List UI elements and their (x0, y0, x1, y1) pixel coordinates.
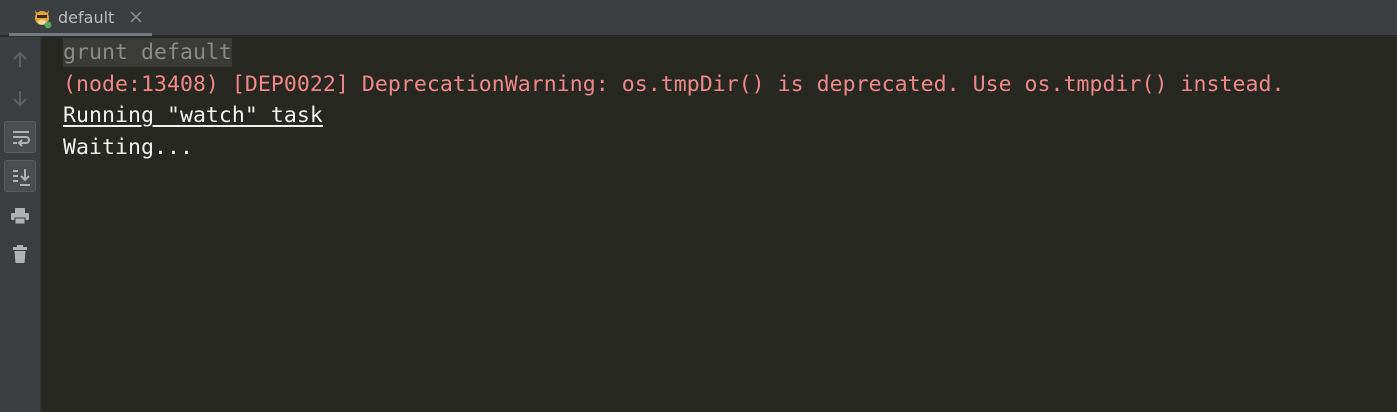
console-task-line: Running "watch" task (63, 103, 323, 128)
console-toolbar (0, 37, 41, 412)
console-command-line: grunt default (63, 38, 232, 67)
console-status-line: Waiting... (63, 135, 193, 160)
tab-bar: default (0, 0, 1397, 36)
grunt-icon (31, 7, 53, 29)
console-output[interactable]: grunt default (node:13408) [DEP0022] Dep… (41, 37, 1397, 412)
down-arrow-icon[interactable] (4, 82, 36, 114)
scroll-to-end-icon[interactable] (4, 160, 36, 192)
tab-label: default (58, 8, 115, 27)
up-arrow-icon[interactable] (4, 44, 36, 76)
trash-icon[interactable] (4, 238, 36, 270)
console-warning-line: (node:13408) [DEP0022] DeprecationWarnin… (63, 72, 1285, 97)
soft-wrap-icon[interactable] (4, 121, 36, 153)
print-icon[interactable] (4, 200, 36, 232)
close-icon[interactable] (129, 9, 143, 23)
tab-default[interactable]: default (9, 0, 152, 36)
